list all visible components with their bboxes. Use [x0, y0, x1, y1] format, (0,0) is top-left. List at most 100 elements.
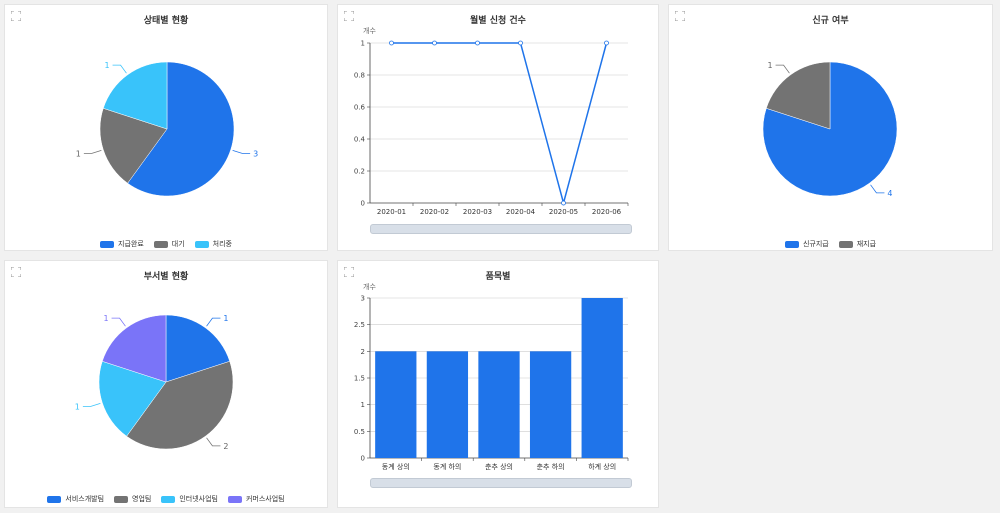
x-tick-label: 하계 상의 [588, 462, 616, 471]
bar[interactable] [426, 351, 469, 458]
line-point[interactable] [518, 40, 523, 46]
legend-swatch [227, 495, 242, 503]
bar[interactable] [581, 298, 623, 458]
x-tick-label: 2020-02 [420, 208, 449, 216]
pie-label-leader [775, 64, 790, 74]
pie-label-leader [82, 402, 101, 407]
pie-value-label: 1 [104, 61, 109, 70]
dept-legend: 서비스개발팀 영업팀 인터넷사업팀 커머스사업팀 [5, 494, 327, 504]
y-tick-label: 0 [361, 200, 365, 208]
item-chart-card: 품목별 개수 0 0.5 1 1.5 2 2.5 3 동계 상의 동계 하의 춘추 상의 춘추 하의… [337, 260, 659, 508]
newness-chart-title: 신규 여부 [812, 16, 849, 26]
legend-label: 인터넷사업팀 [179, 495, 218, 503]
y-tick-label: 1 [361, 401, 365, 409]
pie-value-label: 1 [75, 402, 80, 411]
x-tick-label: 2020-03 [463, 208, 492, 216]
pie-label-leader [206, 317, 221, 327]
y-tick-label: 0.5 [354, 428, 365, 436]
legend-item[interactable]: 인터넷사업팀 [161, 494, 218, 504]
status-pie-chart: 3 1 1 [76, 61, 258, 197]
y-tick-label: 0.6 [354, 104, 366, 112]
x-tick-label: 2020-04 [506, 208, 536, 216]
monthly-scrollbar[interactable] [370, 224, 632, 234]
dept-chart-title: 부서별 현황 [143, 272, 189, 282]
x-tick-label: 2020-05 [549, 208, 578, 216]
bar[interactable] [478, 351, 520, 458]
item-y-axis-label: 개수 [363, 283, 376, 291]
y-tick-label: 1 [361, 40, 365, 48]
bar[interactable] [375, 351, 417, 458]
pie-value-label: 1 [103, 314, 108, 323]
y-tick-label: 1.5 [354, 375, 365, 383]
item-scrollbar[interactable] [370, 478, 632, 488]
legend-item[interactable]: 영업팀 [114, 494, 151, 504]
legend-item[interactable]: 커머스사업팀 [227, 494, 285, 504]
pie-label-leader [83, 149, 102, 154]
legend-label: 커머스사업팀 [245, 495, 285, 503]
legend-label: 신규지급 [802, 240, 829, 248]
pie-value-label: 2 [223, 442, 228, 451]
y-tick-label: 2 [361, 348, 365, 356]
line-point[interactable] [389, 40, 394, 46]
bar[interactable] [529, 351, 572, 458]
legend-swatch [784, 240, 799, 248]
legend-label: 지급완료 [118, 240, 144, 248]
line-series [391, 42, 608, 206]
legend-swatch [100, 240, 114, 248]
x-tick-label: 춘추 상의 [485, 462, 513, 471]
legend-item[interactable]: 지급완료 [100, 239, 144, 249]
status-legend: 지급완료 대기 처리중 [5, 239, 327, 249]
pie-value-label: 1 [223, 314, 228, 323]
monthly-chart-card: 월별 신청 건수 개수 0 0.2 0.4 0.6 0.8 1 2020-01 2020-02… [337, 4, 659, 251]
legend-label: 서비스개발팀 [65, 495, 105, 503]
legend-label: 처리중 [212, 240, 232, 248]
legend-item[interactable]: 서비스개발팀 [47, 494, 104, 504]
item-chart-title: 품목별 [485, 272, 511, 282]
item-bar-chart: 0 0.5 1 1.5 2 2.5 3 동계 상의 동계 하의 춘추 상의 춘추 하의 하계 상의 [354, 295, 629, 471]
legend-swatch [47, 495, 62, 503]
x-tick-label: 동계 상의 [382, 462, 410, 471]
pie-label-leader [232, 149, 251, 154]
monthly-y-axis-label: 개수 [363, 27, 376, 35]
newness-legend: 신규지급 재지급 [669, 239, 992, 249]
dept-pie-chart: 1 2 1 1 [75, 314, 234, 451]
legend-item[interactable]: 재지급 [838, 239, 877, 249]
legend-label: 영업팀 [132, 495, 152, 503]
legend-label: 대기 [171, 240, 185, 248]
legend-swatch [161, 495, 176, 503]
legend-item[interactable]: 처리중 [194, 239, 232, 249]
y-tick-label: 0 [361, 455, 365, 463]
pie-label-leader [111, 317, 126, 327]
legend-label: 재지급 [856, 240, 877, 248]
pie-value-label: 3 [253, 149, 258, 158]
legend-item[interactable]: 대기 [153, 239, 185, 249]
x-tick-label: 2020-06 [592, 208, 622, 216]
dept-chart-card: 부서별 현황 1 2 1 1 서비스개발팀 영업팀 인터넷사업팀 커머스사업팀 [4, 260, 328, 508]
line-point[interactable] [475, 40, 480, 46]
pie-value-label: 1 [76, 149, 81, 158]
monthly-line-chart: 0 0.2 0.4 0.6 0.8 1 2020-01 2020-02 2020-03 2020-… [354, 40, 629, 216]
legend-swatch [194, 240, 209, 248]
y-tick-label: 2.5 [354, 321, 365, 329]
line-point[interactable] [432, 40, 437, 46]
x-tick-label: 동계 하의 [433, 462, 461, 471]
newness-chart-card: 신규 여부 41 신규지급 재지급 [668, 4, 993, 251]
newness-pie-chart: 41 [762, 61, 898, 198]
legend-swatch [153, 240, 168, 248]
pie-label-leader [112, 64, 127, 74]
pie-label-leader [206, 437, 221, 447]
line-point[interactable] [561, 200, 566, 206]
y-tick-label: 0.4 [354, 136, 366, 144]
line-point[interactable] [604, 40, 609, 46]
y-tick-label: 3 [361, 295, 365, 303]
status-chart-title: 상태별 현황 [143, 16, 189, 26]
pie-value-label: 1 [767, 61, 772, 70]
pie-value-label: 4 [887, 189, 892, 198]
legend-swatch [838, 240, 853, 248]
status-chart-card: 상태별 현황 3 1 1 지급완료 대기 처리중 [4, 4, 328, 251]
x-tick-label: 2020-01 [377, 208, 406, 216]
pie-label-leader [870, 184, 885, 194]
legend-item[interactable]: 신규지급 [784, 239, 829, 249]
y-tick-label: 0.8 [354, 72, 365, 80]
x-tick-label: 춘추 하의 [537, 462, 565, 471]
